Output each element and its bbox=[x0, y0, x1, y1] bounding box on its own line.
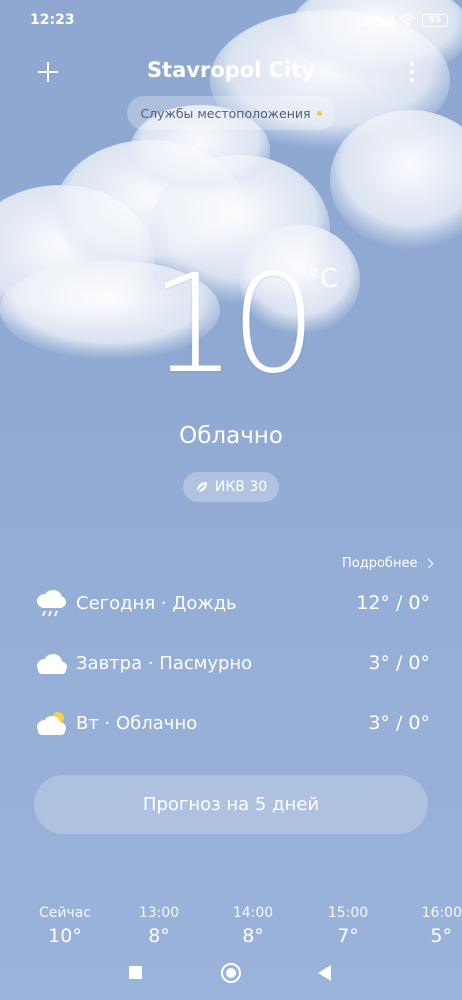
signal-icon bbox=[379, 14, 393, 26]
forecast-row-tuesday[interactable]: Вт · Облачно 3° / 0° bbox=[34, 703, 430, 743]
partly-cloudy-icon bbox=[37, 712, 66, 735]
forecast-day-temps: 3° / 0° bbox=[368, 652, 430, 674]
square-icon[interactable] bbox=[129, 966, 142, 979]
hourly-time: 14:00 bbox=[232, 905, 274, 921]
forecast-day-label: Вт · Облачно bbox=[76, 712, 198, 734]
rain-cloud-icon bbox=[37, 590, 66, 617]
hourly-item[interactable]: 15:00 7° bbox=[313, 905, 383, 947]
hourly-item[interactable]: Сейчас 10° bbox=[30, 905, 100, 947]
hourly-time: 16:00 bbox=[421, 905, 462, 921]
wifi-icon bbox=[399, 13, 416, 27]
hourly-item[interactable]: 13:00 8° bbox=[124, 905, 194, 947]
battery-icon: 65 bbox=[422, 13, 448, 27]
hourly-temp: 10° bbox=[48, 925, 82, 947]
back-triangle-icon[interactable] bbox=[318, 965, 331, 981]
forecast-day-label: Завтра · Пасмурно bbox=[76, 652, 253, 674]
five-day-forecast-button[interactable]: Прогноз на 5 дней bbox=[34, 775, 428, 834]
current-temperature: 10 bbox=[150, 246, 317, 404]
location-services-label: Службы местоположения bbox=[140, 105, 311, 121]
five-day-forecast-label: Прогноз на 5 дней bbox=[142, 794, 320, 815]
hourly-temp: 8° bbox=[242, 925, 264, 947]
hourly-item[interactable]: 14:00 8° bbox=[218, 905, 288, 947]
forecast-day-temps: 3° / 0° bbox=[368, 712, 430, 734]
system-nav-bar bbox=[0, 950, 462, 1000]
current-temperature-block: 10 °C bbox=[0, 250, 462, 400]
city-title[interactable]: Stavropol City bbox=[0, 58, 462, 82]
circle-home-icon[interactable] bbox=[221, 963, 241, 983]
forecast-row-today[interactable]: Сегодня · Дождь 12° / 0° bbox=[34, 583, 430, 623]
header: Stavropol City bbox=[0, 52, 462, 92]
details-link[interactable]: Подробнее bbox=[342, 556, 434, 571]
cloud-icon bbox=[37, 654, 67, 674]
details-label: Подробнее bbox=[342, 556, 418, 571]
status-time: 12:23 bbox=[30, 12, 75, 28]
aqi-badge[interactable]: ИКВ 30 bbox=[183, 472, 279, 502]
battery-level: 65 bbox=[428, 14, 442, 25]
aqi-label: ИКВ 30 bbox=[214, 479, 268, 495]
hourly-item[interactable]: 16:00 5° bbox=[392, 905, 462, 947]
chevron-right-icon bbox=[423, 558, 434, 569]
more-vertical-icon[interactable] bbox=[402, 58, 422, 86]
forecast-row-tomorrow[interactable]: Завтра · Пасмурно 3° / 0° bbox=[34, 643, 430, 683]
forecast-day-label: Сегодня · Дождь bbox=[76, 592, 237, 614]
hourly-temp: 5° bbox=[430, 925, 452, 947]
hourly-temp: 7° bbox=[337, 925, 359, 947]
signal-icon bbox=[359, 14, 373, 26]
forecast-day-temps: 12° / 0° bbox=[356, 592, 430, 614]
temperature-unit: °C bbox=[307, 264, 339, 294]
hourly-time: 13:00 bbox=[138, 905, 180, 921]
leaf-icon bbox=[196, 482, 207, 493]
hourly-time: 15:00 bbox=[327, 905, 369, 921]
status-dot-icon bbox=[316, 110, 322, 116]
hourly-temp: 8° bbox=[148, 925, 170, 947]
hourly-forecast[interactable]: Сейчас 10° 13:00 8° 14:00 8° 15:00 7° 16… bbox=[0, 905, 462, 947]
status-bar: 12:23 65 bbox=[0, 0, 462, 40]
hourly-time: Сейчас bbox=[38, 905, 92, 921]
current-condition: Облачно bbox=[179, 423, 283, 449]
location-services-pill[interactable]: Службы местоположения bbox=[127, 96, 335, 130]
